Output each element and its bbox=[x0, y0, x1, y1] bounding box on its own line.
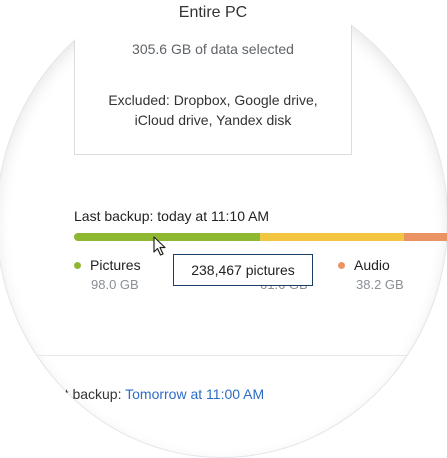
other-segment[interactable] bbox=[260, 233, 404, 241]
audio-segment[interactable] bbox=[404, 233, 447, 241]
mouse-cursor-icon bbox=[153, 236, 166, 256]
pictures-tooltip: 238,467 pictures bbox=[173, 254, 313, 286]
next-backup-label: rt backup: bbox=[60, 386, 126, 402]
last-backup-status: Last backup: today at 11:10 AM bbox=[74, 208, 270, 224]
pictures-segment[interactable] bbox=[74, 233, 260, 241]
next-backup: rt backup: Tomorrow at 11:00 AM bbox=[60, 386, 264, 402]
source-size: 305.6 GB of data selected bbox=[132, 41, 294, 57]
section-divider bbox=[0, 355, 447, 356]
pictures-dot-icon bbox=[74, 261, 81, 269]
legend-audio-size: 38.2 GB bbox=[356, 277, 404, 292]
backup-panel: Entire PC 305.6 GB of data selected Excl… bbox=[0, 0, 447, 458]
legend-audio-label: Audio bbox=[354, 257, 390, 273]
legend-pictures-size: 98.0 GB bbox=[91, 277, 139, 292]
magnifier-lens: Entire PC 305.6 GB of data selected Excl… bbox=[0, 0, 447, 458]
excluded-items: Excluded: Dropbox, Google drive, iCloud … bbox=[108, 92, 318, 128]
next-backup-link[interactable]: Tomorrow at 11:00 AM bbox=[125, 386, 264, 402]
storage-usage-bar[interactable] bbox=[74, 233, 447, 241]
audio-dot-icon bbox=[338, 261, 345, 269]
backup-source-card[interactable]: Entire PC 305.6 GB of data selected Excl… bbox=[74, 0, 352, 155]
legend-pictures-label: Pictures bbox=[90, 257, 141, 273]
legend-pictures: Pictures bbox=[74, 257, 141, 273]
source-title: Entire PC bbox=[178, 4, 248, 21]
legend-audio: Audio bbox=[338, 257, 390, 273]
